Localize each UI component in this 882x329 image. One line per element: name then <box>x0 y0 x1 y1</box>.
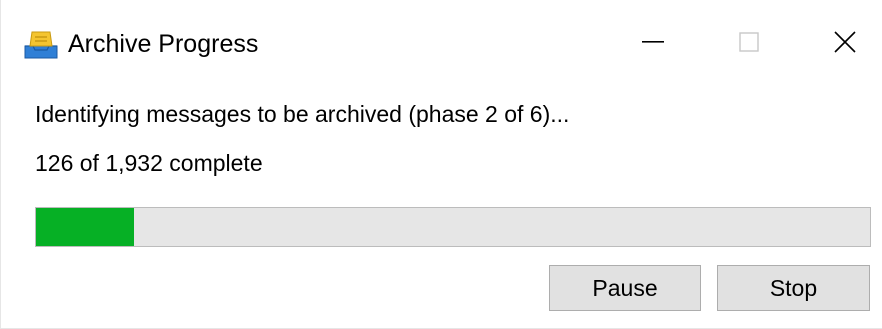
title-bar[interactable]: Archive Progress <box>1 0 882 84</box>
stop-button[interactable]: Stop <box>717 265 870 311</box>
close-button[interactable] <box>797 0 882 84</box>
maximize-icon <box>739 32 759 52</box>
maximize-button[interactable] <box>701 0 797 84</box>
progress-bar-fill <box>36 208 134 246</box>
phase-status-text: Identifying messages to be archived (pha… <box>35 101 570 127</box>
pause-button[interactable]: Pause <box>549 265 701 311</box>
minimize-icon <box>642 41 664 43</box>
archive-icon <box>23 28 59 60</box>
archive-progress-bar <box>35 207 871 247</box>
archive-progress-window: Archive Progress Identifying messages to… <box>0 0 882 329</box>
window-title: Archive Progress <box>68 30 259 58</box>
minimize-button[interactable] <box>605 0 701 84</box>
close-icon <box>834 31 856 53</box>
progress-count-text: 126 of 1,932 complete <box>35 150 263 176</box>
